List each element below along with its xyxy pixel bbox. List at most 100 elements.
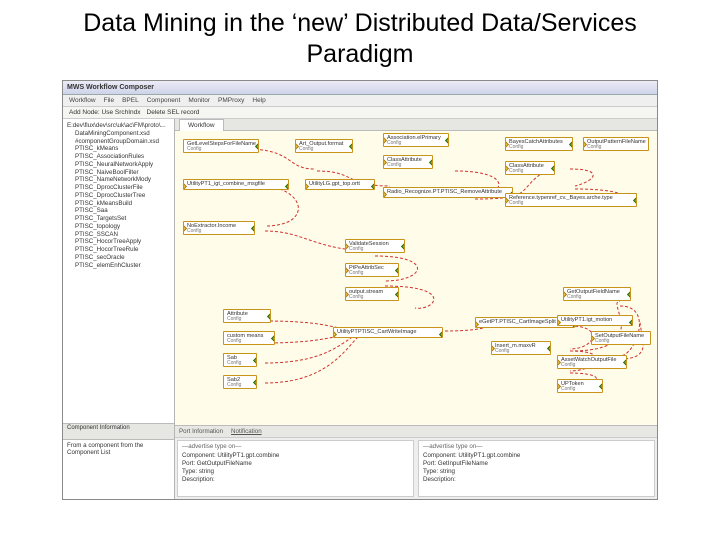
node-config-label: Config bbox=[349, 271, 395, 276]
tree-item[interactable]: PTISC_DprocClusterFile bbox=[67, 184, 170, 192]
node-config-label: Config bbox=[227, 339, 271, 344]
tree-item[interactable]: PTISC_DprocClusterTree bbox=[67, 192, 170, 200]
port-info-left: —advertise type on— Component: UtilityPT… bbox=[177, 440, 414, 497]
node-validate-session[interactable]: ValidateSession Config bbox=[345, 239, 405, 253]
node-reference-type[interactable]: Reference.typenref_cv._Bayes.arche.type … bbox=[505, 193, 637, 207]
tree-item[interactable]: PTISC_secOracle bbox=[67, 254, 170, 262]
node-label: UtilityPTPTISC_CartWriteImage bbox=[337, 329, 416, 335]
menu-bpel[interactable]: BPEL bbox=[122, 97, 139, 104]
component-tree[interactable]: E:dev\flux\dev\src\uk\ac\FM\proto\... Da… bbox=[63, 119, 174, 423]
node-assetwatch[interactable]: AssetWatchOutputFile Config bbox=[557, 355, 627, 369]
node-label: eGetPT.PTISC_CartImageSplit bbox=[479, 319, 556, 325]
tab-port-info[interactable]: Port Information bbox=[179, 428, 223, 435]
panel-heading: —advertise type on— bbox=[182, 443, 409, 451]
node-output-pattern[interactable]: OutputPatternFileName Config bbox=[583, 137, 649, 151]
bottom-tab-strip: Port Information Notification bbox=[175, 426, 657, 438]
node-get-output-field[interactable]: GetOutputFieldName Config bbox=[563, 287, 631, 301]
node-util-lg[interactable]: UtilityLG.gpt_top.ortt bbox=[305, 179, 375, 190]
menu-bar: Workflow File BPEL Component Monitor PMP… bbox=[63, 95, 657, 107]
tab-notification[interactable]: Notification bbox=[231, 428, 262, 435]
tree-item[interactable]: PTISC_NaiveBoolFilter bbox=[67, 169, 170, 177]
node-attribute[interactable]: Attribute Config bbox=[223, 309, 271, 323]
node-get-level-steps[interactable]: GetLevelStepsForFileName Config bbox=[183, 139, 259, 153]
tree-item[interactable]: PTISC_NameNetworkMody bbox=[67, 176, 170, 184]
node-util-combine[interactable]: UtilityPT1_igt_combine_msgfile bbox=[183, 179, 289, 190]
node-label: UtilityLG.gpt_top.ortt bbox=[309, 181, 360, 187]
tree-item[interactable]: PTISC_HocorTreeApply bbox=[67, 238, 170, 246]
menu-file[interactable]: File bbox=[104, 97, 114, 104]
tree-item[interactable]: PTISC_NeuralNetworkApply bbox=[67, 161, 170, 169]
node-config-label: Config bbox=[387, 163, 429, 168]
slide-title: Data Mining in the ‘new’ Distributed Dat… bbox=[0, 0, 720, 75]
node-config-label: Config bbox=[349, 295, 395, 300]
node-label: Radio_Recognize.PT.PTISC_RemoveAttribute bbox=[387, 189, 502, 195]
node-config-label: Config bbox=[567, 295, 627, 300]
node-custom-means[interactable]: custom means Config bbox=[223, 331, 275, 345]
node-uptoken[interactable]: UPToken Config bbox=[557, 379, 603, 393]
node-config-label: Config bbox=[349, 247, 401, 252]
delete-record-button[interactable]: Delete SEL record bbox=[147, 109, 200, 116]
tree-file[interactable]: DataMiningComponent.xsd bbox=[67, 130, 170, 138]
node-set-output-file[interactable]: SetOutputFileName Config bbox=[591, 331, 651, 345]
tree-item[interactable]: PTISC_AssociationRules bbox=[67, 153, 170, 161]
tree-item[interactable]: PTISC_kMeansBuild bbox=[67, 200, 170, 208]
node-ptpe-attrib[interactable]: PtPeAttribSec Config bbox=[345, 263, 399, 277]
port-info-right: —advertise type on— Component: UtilityPT… bbox=[418, 440, 655, 497]
sidebar: E:dev\flux\dev\src\uk\ac\FM\proto\... Da… bbox=[63, 119, 175, 499]
tree-item[interactable]: PTISC_kMeans bbox=[67, 145, 170, 153]
node-config-label: Config bbox=[509, 201, 633, 206]
node-label: UtilityPT1_igt_combine_msgfile bbox=[187, 181, 265, 187]
menu-monitor[interactable]: Monitor bbox=[188, 97, 210, 104]
node-radio-recognize[interactable]: Radio_Recognize.PT.PTISC_RemoveAttribute bbox=[383, 187, 513, 198]
menu-workflow[interactable]: Workflow bbox=[69, 97, 96, 104]
node-util-motion[interactable]: UtilityPT1.igt_motion bbox=[557, 315, 633, 326]
menu-pmproxy[interactable]: PMProxy bbox=[218, 97, 244, 104]
menu-component[interactable]: Component bbox=[147, 97, 181, 104]
node-sab[interactable]: Sab Config bbox=[223, 353, 257, 367]
info-description: Description: bbox=[182, 476, 409, 484]
node-art-output[interactable]: Art_Output.format Config bbox=[295, 139, 353, 153]
node-class-attr-2[interactable]: ClassAttribute Config bbox=[505, 161, 555, 175]
node-bayes-catch[interactable]: BayesCatchAttributes Config bbox=[505, 137, 573, 151]
component-info-header: Component Information bbox=[63, 423, 174, 439]
node-config-label: Config bbox=[227, 317, 267, 322]
add-node-button[interactable]: Add Node: Use SrchIndx bbox=[69, 109, 141, 116]
node-assoc-primary[interactable]: Association.elPrimary Config bbox=[383, 133, 449, 147]
main-area: Workflow bbox=[175, 119, 657, 499]
tree-item[interactable]: PTISC_SSCAN bbox=[67, 231, 170, 239]
info-port: Port: GetInputFileName bbox=[423, 460, 650, 468]
node-insert-max[interactable]: Insert_m.maxvR Config bbox=[491, 341, 551, 355]
node-noextractor[interactable]: NoExtractor.Income Config bbox=[183, 221, 255, 235]
node-output-stream[interactable]: output.stream Config bbox=[345, 287, 399, 301]
info-description: Description: bbox=[423, 476, 650, 484]
tree-item[interactable]: PTISC_TargetsSet bbox=[67, 215, 170, 223]
tree-item[interactable]: PTISC_elemEnhCluster bbox=[67, 262, 170, 270]
app-window: MWS Workflow Composer Workflow File BPEL… bbox=[62, 80, 658, 500]
node-config-label: Config bbox=[187, 147, 255, 152]
info-component: Component: UtilityPT1.gpt.combine bbox=[423, 452, 650, 460]
component-list-hint: From a component from the bbox=[67, 442, 170, 449]
node-config-label: Config bbox=[595, 339, 647, 344]
tree-item[interactable]: PTISC_HocorTreeRule bbox=[67, 246, 170, 254]
node-config-label: Config bbox=[387, 141, 445, 146]
toolbar: Add Node: Use SrchIndx Delete SEL record bbox=[63, 107, 657, 119]
node-config-label: Config bbox=[561, 387, 599, 392]
workflow-canvas[interactable]: GetLevelStepsForFileName Config Art_Outp… bbox=[175, 131, 657, 425]
tree-file[interactable]: #componentGroupDomain.xsd bbox=[67, 138, 170, 146]
node-config-label: Config bbox=[495, 349, 547, 354]
node-config-label: Config bbox=[299, 147, 349, 152]
tab-workflow[interactable]: Workflow bbox=[179, 119, 224, 131]
tree-item[interactable]: PTISC_topology bbox=[67, 223, 170, 231]
component-list-label: Component List bbox=[67, 449, 170, 456]
window-titlebar[interactable]: MWS Workflow Composer bbox=[63, 81, 657, 95]
tree-root[interactable]: E:dev\flux\dev\src\uk\ac\FM\proto\... bbox=[67, 122, 170, 130]
tree-item[interactable]: PTISC_Saa bbox=[67, 207, 170, 215]
node-label: Reference.typenref_cv._Bayes.arche.type bbox=[509, 195, 613, 201]
node-config-label: Config bbox=[509, 169, 551, 174]
menu-help[interactable]: Help bbox=[252, 97, 265, 104]
info-type: Type: string bbox=[423, 468, 650, 476]
node-class-attr-1[interactable]: ClassAttribute Config bbox=[383, 155, 433, 169]
node-util-cart-write[interactable]: UtilityPTPTISC_CartWriteImage bbox=[333, 327, 443, 338]
node-sab2[interactable]: Sab2 Config bbox=[223, 375, 257, 389]
info-component: Component: UtilityPT1.gpt.combine bbox=[182, 452, 409, 460]
